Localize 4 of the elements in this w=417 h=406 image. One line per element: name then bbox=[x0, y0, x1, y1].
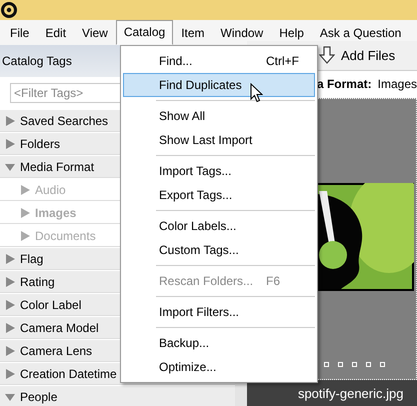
breadcrumb-label: a Format: bbox=[316, 77, 372, 92]
panel-title: Catalog Tags bbox=[2, 54, 72, 68]
breadcrumb-value: Images bbox=[378, 77, 417, 92]
file-name: spotify-generic.jpg bbox=[298, 386, 404, 400]
